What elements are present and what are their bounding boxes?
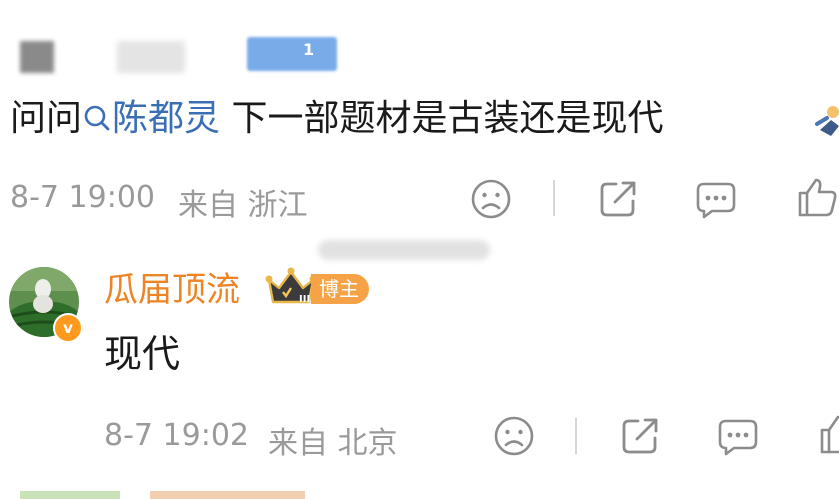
level-badge-number: 1 bbox=[303, 40, 315, 59]
like-icon[interactable] bbox=[795, 175, 839, 219]
blurred-text bbox=[318, 240, 490, 260]
share-icon[interactable] bbox=[618, 414, 662, 458]
blurred-username bbox=[117, 41, 185, 73]
reply-source: 来自 北京 bbox=[268, 426, 398, 461]
search-icon bbox=[84, 105, 110, 131]
reply-username[interactable]: 瓜届顶流 bbox=[104, 268, 240, 312]
post-text: 问问 陈都灵 下一部题材是古装还是现代 bbox=[10, 92, 663, 146]
post-text-suffix: 下一部题材是古装还是现代 bbox=[220, 98, 664, 139]
blurred-avatar bbox=[20, 41, 54, 73]
post-source: 来自 浙江 bbox=[178, 188, 308, 223]
post-text-prefix: 问问 bbox=[10, 98, 83, 139]
comment-icon[interactable] bbox=[694, 177, 738, 221]
verified-badge-icon: v bbox=[53, 313, 83, 343]
divider bbox=[575, 418, 577, 454]
role-badge: 博主 bbox=[311, 274, 369, 304]
crown-level: III bbox=[299, 294, 310, 305]
cropped-element bbox=[20, 491, 120, 499]
comment-icon[interactable] bbox=[716, 414, 760, 458]
reply-time: 8-7 19:02 bbox=[104, 418, 249, 453]
running-emoji-icon bbox=[815, 106, 839, 136]
crown-icon: III bbox=[265, 267, 317, 305]
sad-face-icon[interactable] bbox=[492, 414, 536, 458]
divider bbox=[553, 180, 555, 216]
level-badge bbox=[247, 37, 337, 71]
like-icon[interactable] bbox=[817, 412, 839, 456]
mention-link[interactable]: 陈都灵 bbox=[82, 98, 220, 139]
share-icon[interactable] bbox=[596, 177, 640, 221]
post-time: 8-7 19:00 bbox=[10, 180, 155, 215]
reply-text: 现代 bbox=[104, 332, 181, 376]
mention-name: 陈都灵 bbox=[112, 98, 221, 139]
cropped-element bbox=[150, 491, 305, 499]
sad-face-icon[interactable] bbox=[469, 177, 513, 221]
